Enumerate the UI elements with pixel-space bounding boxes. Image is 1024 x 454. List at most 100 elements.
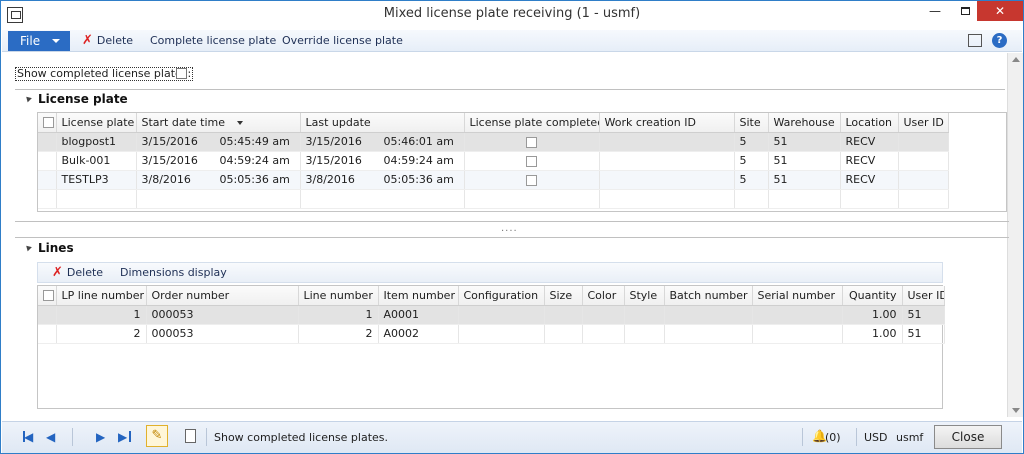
help-icon[interactable]: ? (992, 33, 1007, 48)
column-header-last-update[interactable]: Last update (300, 113, 465, 133)
work-creation-id-cell[interactable] (599, 170, 735, 190)
last-record-icon[interactable]: ▶ (118, 430, 127, 444)
select-all-header[interactable] (38, 286, 57, 306)
column-header-work-creation-id[interactable]: Work creation ID (599, 113, 735, 133)
column-header-color[interactable]: Color (582, 286, 625, 306)
collapse-icon[interactable] (24, 243, 32, 252)
user-id-cell[interactable] (898, 151, 949, 171)
select-all-checkbox[interactable] (43, 290, 54, 302)
start-date-time-cell[interactable]: 3/15/2016 05:45:49 am (136, 132, 301, 152)
file-menu-button[interactable]: File (8, 31, 70, 51)
last-update-cell[interactable]: 3/8/2016 05:05:36 am (300, 170, 465, 190)
quantity-cell[interactable]: 1.00 (842, 324, 903, 344)
order-number-cell[interactable]: 000053 (146, 305, 299, 325)
line-number-cell[interactable]: 2 (298, 324, 379, 344)
completed-checkbox[interactable] (526, 174, 537, 186)
line-number-cell[interactable]: 1 (298, 305, 379, 325)
override-license-plate-button[interactable]: Override license plate (282, 34, 403, 47)
site-cell[interactable]: 5 (734, 170, 769, 190)
previous-record-icon[interactable]: ◀ (46, 430, 55, 444)
column-header-user-id[interactable]: User ID (902, 286, 945, 306)
scroll-up-icon[interactable] (1012, 57, 1020, 62)
site-cell[interactable]: 5 (734, 151, 769, 171)
first-record-icon[interactable]: ◀ (24, 430, 33, 444)
completed-checkbox[interactable] (526, 136, 537, 148)
warehouse-cell[interactable]: 51 (768, 170, 841, 190)
column-header-start-date-time[interactable]: Start date time (136, 113, 301, 133)
location-cell[interactable]: RECV (840, 132, 899, 152)
lp-line-number-cell[interactable]: 2 (56, 324, 147, 344)
last-update-cell[interactable]: 3/15/2016 05:46:01 am (300, 132, 465, 152)
location-cell[interactable]: RECV (840, 151, 899, 171)
collapse-icon[interactable] (24, 94, 32, 103)
completed-checkbox[interactable] (526, 155, 537, 167)
column-header-lp-line-number[interactable]: LP line number (56, 286, 147, 306)
dimensions-display-button[interactable]: Dimensions display (120, 266, 227, 279)
item-number-cell[interactable]: A0002 (378, 324, 459, 344)
attachment-icon[interactable] (185, 429, 196, 443)
location-cell[interactable]: RECV (840, 170, 899, 190)
license-plate-cell[interactable]: Bulk-001 (56, 151, 137, 171)
column-header-line-number[interactable]: Line number (298, 286, 379, 306)
user-id-cell[interactable] (898, 132, 949, 152)
table-row[interactable]: 1 000053 1 A0001 1.00 51 (38, 305, 945, 325)
scroll-down-icon[interactable] (1012, 408, 1020, 413)
select-all-header[interactable] (38, 113, 57, 133)
lines-delete-button[interactable]: ✗ Delete (52, 266, 103, 279)
close-window-button[interactable]: ✕ (977, 1, 1023, 21)
item-number-cell[interactable]: A0001 (378, 305, 459, 325)
column-header-user-id[interactable]: User ID (898, 113, 949, 133)
column-header-style[interactable]: Style (624, 286, 665, 306)
table-row[interactable]: Bulk-001 3/15/2016 04:59:24 am 3/15/2016 0… (38, 151, 949, 171)
user-id-cell[interactable] (898, 170, 949, 190)
layout-icon[interactable] (968, 34, 982, 47)
column-header-serial-number[interactable]: Serial number (752, 286, 843, 306)
order-number-cell[interactable]: 000053 (146, 324, 299, 344)
completed-cell[interactable] (464, 151, 600, 171)
completed-cell[interactable] (464, 132, 600, 152)
site-cell[interactable]: 5 (734, 132, 769, 152)
completed-cell[interactable] (464, 170, 600, 190)
column-header-batch-number[interactable]: Batch number (664, 286, 753, 306)
start-date-time-cell[interactable]: 3/8/2016 05:05:36 am (136, 170, 301, 190)
edit-pencil-icon[interactable]: ✎ (146, 425, 168, 447)
table-row[interactable]: 2 000053 2 A0002 1.00 51 (38, 324, 945, 344)
user-id-cell[interactable]: 51 (902, 324, 945, 344)
currency-label[interactable]: USD (864, 431, 888, 444)
maximize-button[interactable] (951, 1, 979, 21)
select-all-checkbox[interactable] (43, 117, 54, 129)
warehouse-cell[interactable]: 51 (768, 151, 841, 171)
lp-line-number-cell[interactable]: 1 (56, 305, 147, 325)
column-header-location[interactable]: Location (840, 113, 899, 133)
column-header-site[interactable]: Site (734, 113, 769, 133)
work-creation-id-cell[interactable] (599, 151, 735, 171)
lines-section-title[interactable]: Lines (38, 241, 74, 255)
column-header-configuration[interactable]: Configuration (458, 286, 545, 306)
show-completed-checkbox[interactable] (176, 68, 187, 79)
company-label[interactable]: usmf (896, 431, 923, 444)
user-id-cell[interactable]: 51 (902, 305, 945, 325)
table-row[interactable]: TESTLP3 3/8/2016 05:05:36 am 3/8/2016 05:0… (38, 170, 949, 190)
table-row[interactable]: blogpost1 3/15/2016 05:45:49 am 3/15/2016… (38, 132, 949, 152)
start-date-time-cell[interactable]: 3/15/2016 04:59:24 am (136, 151, 301, 171)
column-header-item-number[interactable]: Item number (378, 286, 459, 306)
alerts-count[interactable]: (0) (825, 431, 841, 444)
column-header-order-number[interactable]: Order number (146, 286, 299, 306)
last-update-cell[interactable]: 3/15/2016 04:59:24 am (300, 151, 465, 171)
vertical-scrollbar[interactable] (1007, 53, 1023, 417)
warehouse-cell[interactable]: 51 (768, 132, 841, 152)
column-header-size[interactable]: Size (544, 286, 583, 306)
close-button[interactable]: Close (934, 425, 1002, 449)
column-header-warehouse[interactable]: Warehouse (768, 113, 841, 133)
license-plate-cell[interactable]: TESTLP3 (56, 170, 137, 190)
next-record-icon[interactable]: ▶ (96, 430, 105, 444)
work-creation-id-cell[interactable] (599, 132, 735, 152)
license-plate-cell[interactable]: blogpost1 (56, 132, 137, 152)
complete-license-plate-button[interactable]: Complete license plate (150, 34, 276, 47)
splitter-handle[interactable]: .... (501, 223, 518, 234)
quantity-cell[interactable]: 1.00 (842, 305, 903, 325)
column-header-quantity[interactable]: Quantity (842, 286, 903, 306)
delete-button[interactable]: ✗ Delete (82, 34, 133, 47)
column-header-license-plate[interactable]: License plate (56, 113, 137, 133)
license-plate-section-title[interactable]: License plate (38, 92, 128, 106)
